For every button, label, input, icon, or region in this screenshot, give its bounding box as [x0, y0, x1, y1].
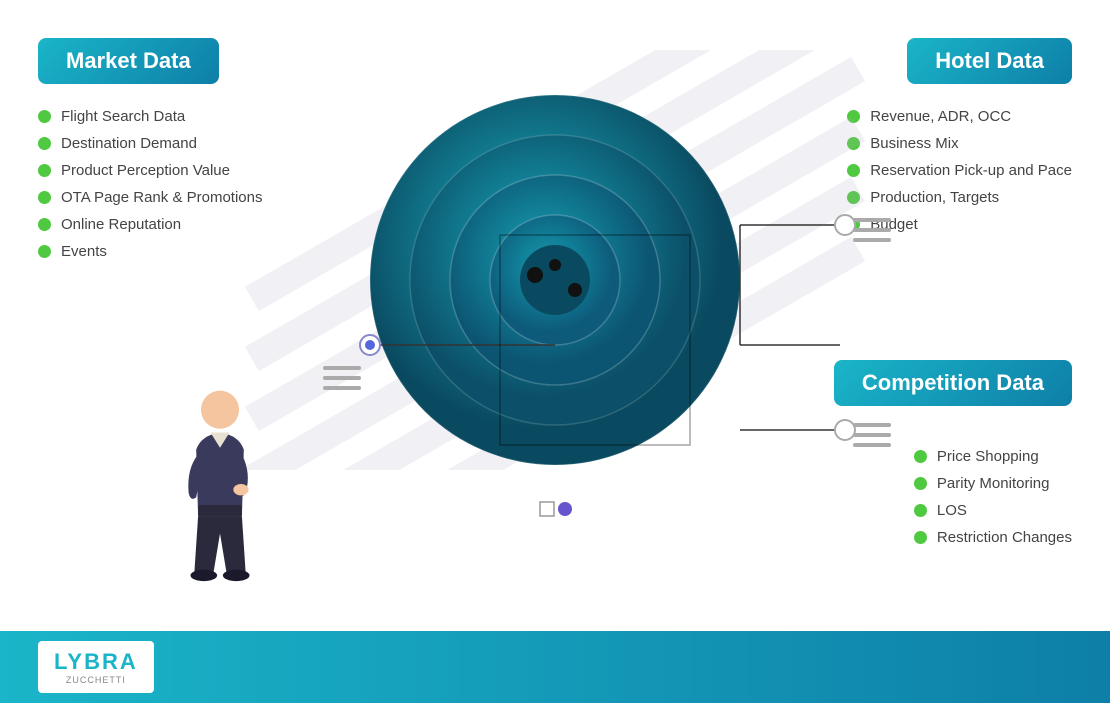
- competition-data-badge: Competition Data: [834, 360, 1072, 406]
- list-item: Revenue, ADR, OCC: [847, 108, 1072, 125]
- stripes-decoration: [205, 50, 905, 470]
- list-item: Parity Monitoring: [914, 475, 1072, 492]
- list-item: Restriction Changes: [914, 529, 1072, 546]
- person-figure: [175, 383, 265, 583]
- logo-box: LYBRA ZUCCHETTI: [38, 641, 154, 693]
- market-data-label: Market Data: [66, 48, 191, 73]
- stripe-5: [245, 177, 865, 470]
- stripe-6: [245, 237, 865, 470]
- logo-text: LYBRA: [54, 649, 138, 675]
- list-item: OTA Page Rank & Promotions: [38, 189, 262, 206]
- list-item: Product Perception Value: [38, 162, 262, 179]
- list-item: LOS: [914, 502, 1072, 519]
- list-item: Events: [38, 243, 262, 260]
- list-item: Destination Demand: [38, 135, 262, 152]
- diagram-svg: [205, 50, 905, 550]
- list-item: Flight Search Data: [38, 108, 262, 125]
- list-item: Business Mix: [847, 135, 1072, 152]
- footer-bar: LYBRA ZUCCHETTI: [0, 631, 1110, 703]
- market-list: Flight Search Data Destination Demand Prod…: [38, 108, 262, 270]
- list-item: Online Reputation: [38, 216, 262, 233]
- list-item: Price Shopping: [914, 448, 1072, 465]
- hotel-data-label: Hotel Data: [935, 48, 1044, 73]
- list-item: Production, Targets: [847, 189, 1072, 206]
- stripe-1: [245, 50, 865, 311]
- hotel-list: Revenue, ADR, OCC Business Mix Reservation…: [847, 108, 1072, 243]
- stripe-2: [245, 50, 865, 371]
- logo-sub: ZUCCHETTI: [66, 675, 126, 685]
- market-data-badge: Market Data: [38, 38, 219, 84]
- stripe-4: [245, 117, 865, 470]
- list-item: Reservation Pick-up and Pace: [847, 162, 1072, 179]
- stripe-3: [245, 57, 865, 431]
- competition-list: Price Shopping Parity Monitoring LOS Restri…: [914, 448, 1072, 556]
- list-item: Budget: [847, 216, 1072, 233]
- competition-data-label: Competition Data: [862, 370, 1044, 395]
- hotel-data-badge: Hotel Data: [907, 38, 1072, 84]
